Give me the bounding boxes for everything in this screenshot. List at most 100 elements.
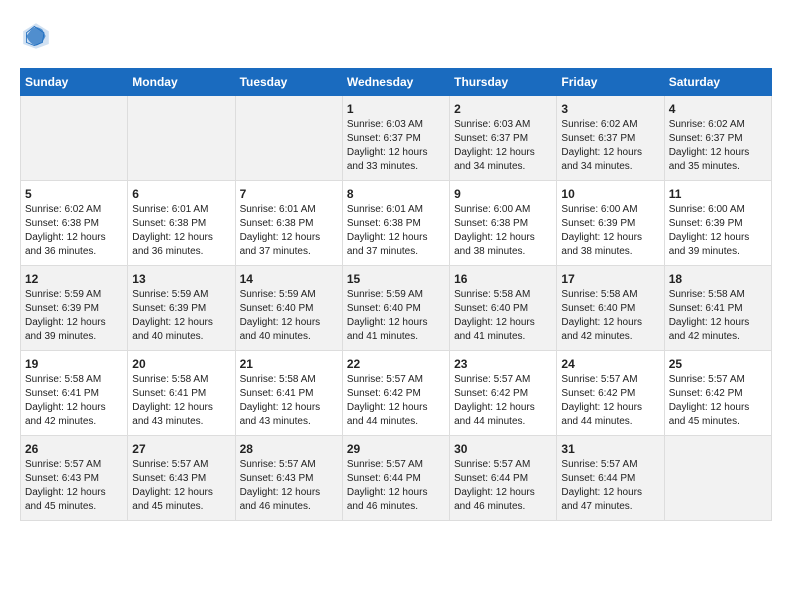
calendar-cell: 21 Sunrise: 5:58 AM Sunset: 6:41 PM Dayli… [235,351,342,436]
calendar-cell: 31 Sunrise: 5:57 AM Sunset: 6:44 PM Dayli… [557,436,664,521]
day-info: Sunrise: 6:03 AM Sunset: 6:37 PM Dayligh… [454,118,552,174]
day-info: Sunrise: 5:58 AM Sunset: 6:40 PM Dayligh… [561,288,659,344]
calendar-cell: 24 Sunrise: 5:57 AM Sunset: 6:42 PM Dayli… [557,351,664,436]
week-row-5: 26 Sunrise: 5:57 AM Sunset: 6:43 PM Dayli… [21,436,772,521]
day-number: 14 [240,272,338,286]
day-number: 21 [240,357,338,371]
day-info: Sunrise: 5:58 AM Sunset: 6:41 PM Dayligh… [132,373,230,429]
calendar-cell: 11 Sunrise: 6:00 AM Sunset: 6:39 PM Dayli… [664,181,771,266]
day-info: Sunrise: 5:57 AM Sunset: 6:44 PM Dayligh… [454,458,552,514]
day-info: Sunrise: 6:03 AM Sunset: 6:37 PM Dayligh… [347,118,445,174]
calendar-cell: 29 Sunrise: 5:57 AM Sunset: 6:44 PM Dayli… [342,436,449,521]
day-info: Sunrise: 5:58 AM Sunset: 6:41 PM Dayligh… [240,373,338,429]
day-info: Sunrise: 6:00 AM Sunset: 6:39 PM Dayligh… [561,203,659,259]
day-info: Sunrise: 5:57 AM Sunset: 6:42 PM Dayligh… [561,373,659,429]
day-number: 26 [25,442,123,456]
calendar-cell: 10 Sunrise: 6:00 AM Sunset: 6:39 PM Dayli… [557,181,664,266]
calendar-cell [664,436,771,521]
day-number: 11 [669,187,767,201]
day-info: Sunrise: 5:57 AM Sunset: 6:42 PM Dayligh… [454,373,552,429]
day-info: Sunrise: 6:02 AM Sunset: 6:38 PM Dayligh… [25,203,123,259]
day-number: 5 [25,187,123,201]
day-info: Sunrise: 6:01 AM Sunset: 6:38 PM Dayligh… [347,203,445,259]
week-row-2: 5 Sunrise: 6:02 AM Sunset: 6:38 PM Daylig… [21,181,772,266]
header-wednesday: Wednesday [342,69,449,96]
day-number: 4 [669,102,767,116]
day-number: 12 [25,272,123,286]
calendar-cell [235,96,342,181]
calendar-cell: 14 Sunrise: 5:59 AM Sunset: 6:40 PM Dayli… [235,266,342,351]
header-sunday: Sunday [21,69,128,96]
day-number: 29 [347,442,445,456]
day-number: 8 [347,187,445,201]
calendar-cell: 16 Sunrise: 5:58 AM Sunset: 6:40 PM Dayli… [450,266,557,351]
day-info: Sunrise: 5:57 AM Sunset: 6:43 PM Dayligh… [25,458,123,514]
day-number: 9 [454,187,552,201]
day-number: 1 [347,102,445,116]
calendar-cell: 15Sunrise: 5:59 AM Sunset: 6:40 PM Dayli… [342,266,449,351]
day-number: 3 [561,102,659,116]
day-number: 10 [561,187,659,201]
header-saturday: Saturday [664,69,771,96]
day-info: Sunrise: 5:57 AM Sunset: 6:42 PM Dayligh… [669,373,767,429]
day-number: 31 [561,442,659,456]
day-number: 22 [347,357,445,371]
header-thursday: Thursday [450,69,557,96]
day-number: 28 [240,442,338,456]
calendar-table: SundayMondayTuesdayWednesdayThursdayFrid… [20,68,772,521]
day-info: Sunrise: 6:00 AM Sunset: 6:39 PM Dayligh… [669,203,767,259]
day-number: 20 [132,357,230,371]
day-number: 23 [454,357,552,371]
day-number: 25 [669,357,767,371]
day-number: 6 [132,187,230,201]
calendar-cell: 25 Sunrise: 5:57 AM Sunset: 6:42 PM Dayli… [664,351,771,436]
header-friday: Friday [557,69,664,96]
day-info: Sunrise: 5:57 AM Sunset: 6:44 PM Dayligh… [561,458,659,514]
calendar-cell: 2 Sunrise: 6:03 AM Sunset: 6:37 PM Daylig… [450,96,557,181]
calendar-cell: 3 Sunrise: 6:02 AM Sunset: 6:37 PM Daylig… [557,96,664,181]
calendar-cell [128,96,235,181]
calendar-cell: 26 Sunrise: 5:57 AM Sunset: 6:43 PM Dayli… [21,436,128,521]
day-info: Sunrise: 6:00 AM Sunset: 6:38 PM Dayligh… [454,203,552,259]
calendar-cell: 1 Sunrise: 6:03 AM Sunset: 6:37 PM Daylig… [342,96,449,181]
day-info: Sunrise: 5:57 AM Sunset: 6:42 PM Dayligh… [347,373,445,429]
week-row-4: 19 Sunrise: 5:58 AM Sunset: 6:41 PM Dayli… [21,351,772,436]
header-monday: Monday [128,69,235,96]
calendar-cell: 6 Sunrise: 6:01 AM Sunset: 6:38 PM Daylig… [128,181,235,266]
calendar-cell: 12Sunrise: 5:59 AM Sunset: 6:39 PM Dayli… [21,266,128,351]
week-row-3: 12 Sunrise: 5:59 AM Sunset: 6:39 PM Dayli… [21,266,772,351]
calendar-cell: 7Sunrise: 6:01 AM Sunset: 6:38 PM Daylig… [235,181,342,266]
calendar-cell: 4 Sunrise: 6:02 AM Sunset: 6:37 PM Daylig… [664,96,771,181]
week-row-1: 1 Sunrise: 6:03 AM Sunset: 6:37 PM Daylig… [21,96,772,181]
calendar-header: SundayMondayTuesdayWednesdayThursdayFrid… [21,69,772,96]
day-number: 16 [454,272,552,286]
calendar-cell: 9 Sunrise: 6:00 AM Sunset: 6:38 PM Daylig… [450,181,557,266]
calendar-cell: 23 Sunrise: 5:57 AM Sunset: 6:42 PM Dayli… [450,351,557,436]
page-header [20,20,772,52]
day-info: Sunrise: 5:57 AM Sunset: 6:44 PM Dayligh… [347,458,445,514]
day-number: 2 [454,102,552,116]
day-number: 30 [454,442,552,456]
calendar-cell: 20 Sunrise: 5:58 AM Sunset: 6:41 PM Dayli… [128,351,235,436]
day-number: 27 [132,442,230,456]
day-info: Sunrise: 5:58 AM Sunset: 6:41 PM Dayligh… [25,373,123,429]
header-tuesday: Tuesday [235,69,342,96]
day-info: Sunrise: 5:59 AM Sunset: 6:40 PM Dayligh… [240,288,338,344]
day-info: Sunrise: 5:59 AM Sunset: 6:39 PM Dayligh… [132,288,230,344]
day-number: 24 [561,357,659,371]
day-info: Sunrise: 5:57 AM Sunset: 6:43 PM Dayligh… [132,458,230,514]
calendar-cell [21,96,128,181]
day-number: 17 [561,272,659,286]
day-number: 19 [25,357,123,371]
day-info: Sunrise: 6:01 AM Sunset: 6:38 PM Dayligh… [132,203,230,259]
calendar-cell: 8 Sunrise: 6:01 AM Sunset: 6:38 PM Daylig… [342,181,449,266]
calendar-cell: 17 Sunrise: 5:58 AM Sunset: 6:40 PM Dayli… [557,266,664,351]
day-info: Sunrise: 6:02 AM Sunset: 6:37 PM Dayligh… [669,118,767,174]
day-info: Sunrise: 5:58 AM Sunset: 6:40 PM Dayligh… [454,288,552,344]
day-info: Sunrise: 5:58 AM Sunset: 6:41 PM Dayligh… [669,288,767,344]
day-info: Sunrise: 6:02 AM Sunset: 6:37 PM Dayligh… [561,118,659,174]
calendar-body: 1 Sunrise: 6:03 AM Sunset: 6:37 PM Daylig… [21,96,772,521]
calendar-cell: 18Sunrise: 5:58 AM Sunset: 6:41 PM Dayli… [664,266,771,351]
logo-icon [20,20,52,52]
calendar-cell: 19 Sunrise: 5:58 AM Sunset: 6:41 PM Dayli… [21,351,128,436]
